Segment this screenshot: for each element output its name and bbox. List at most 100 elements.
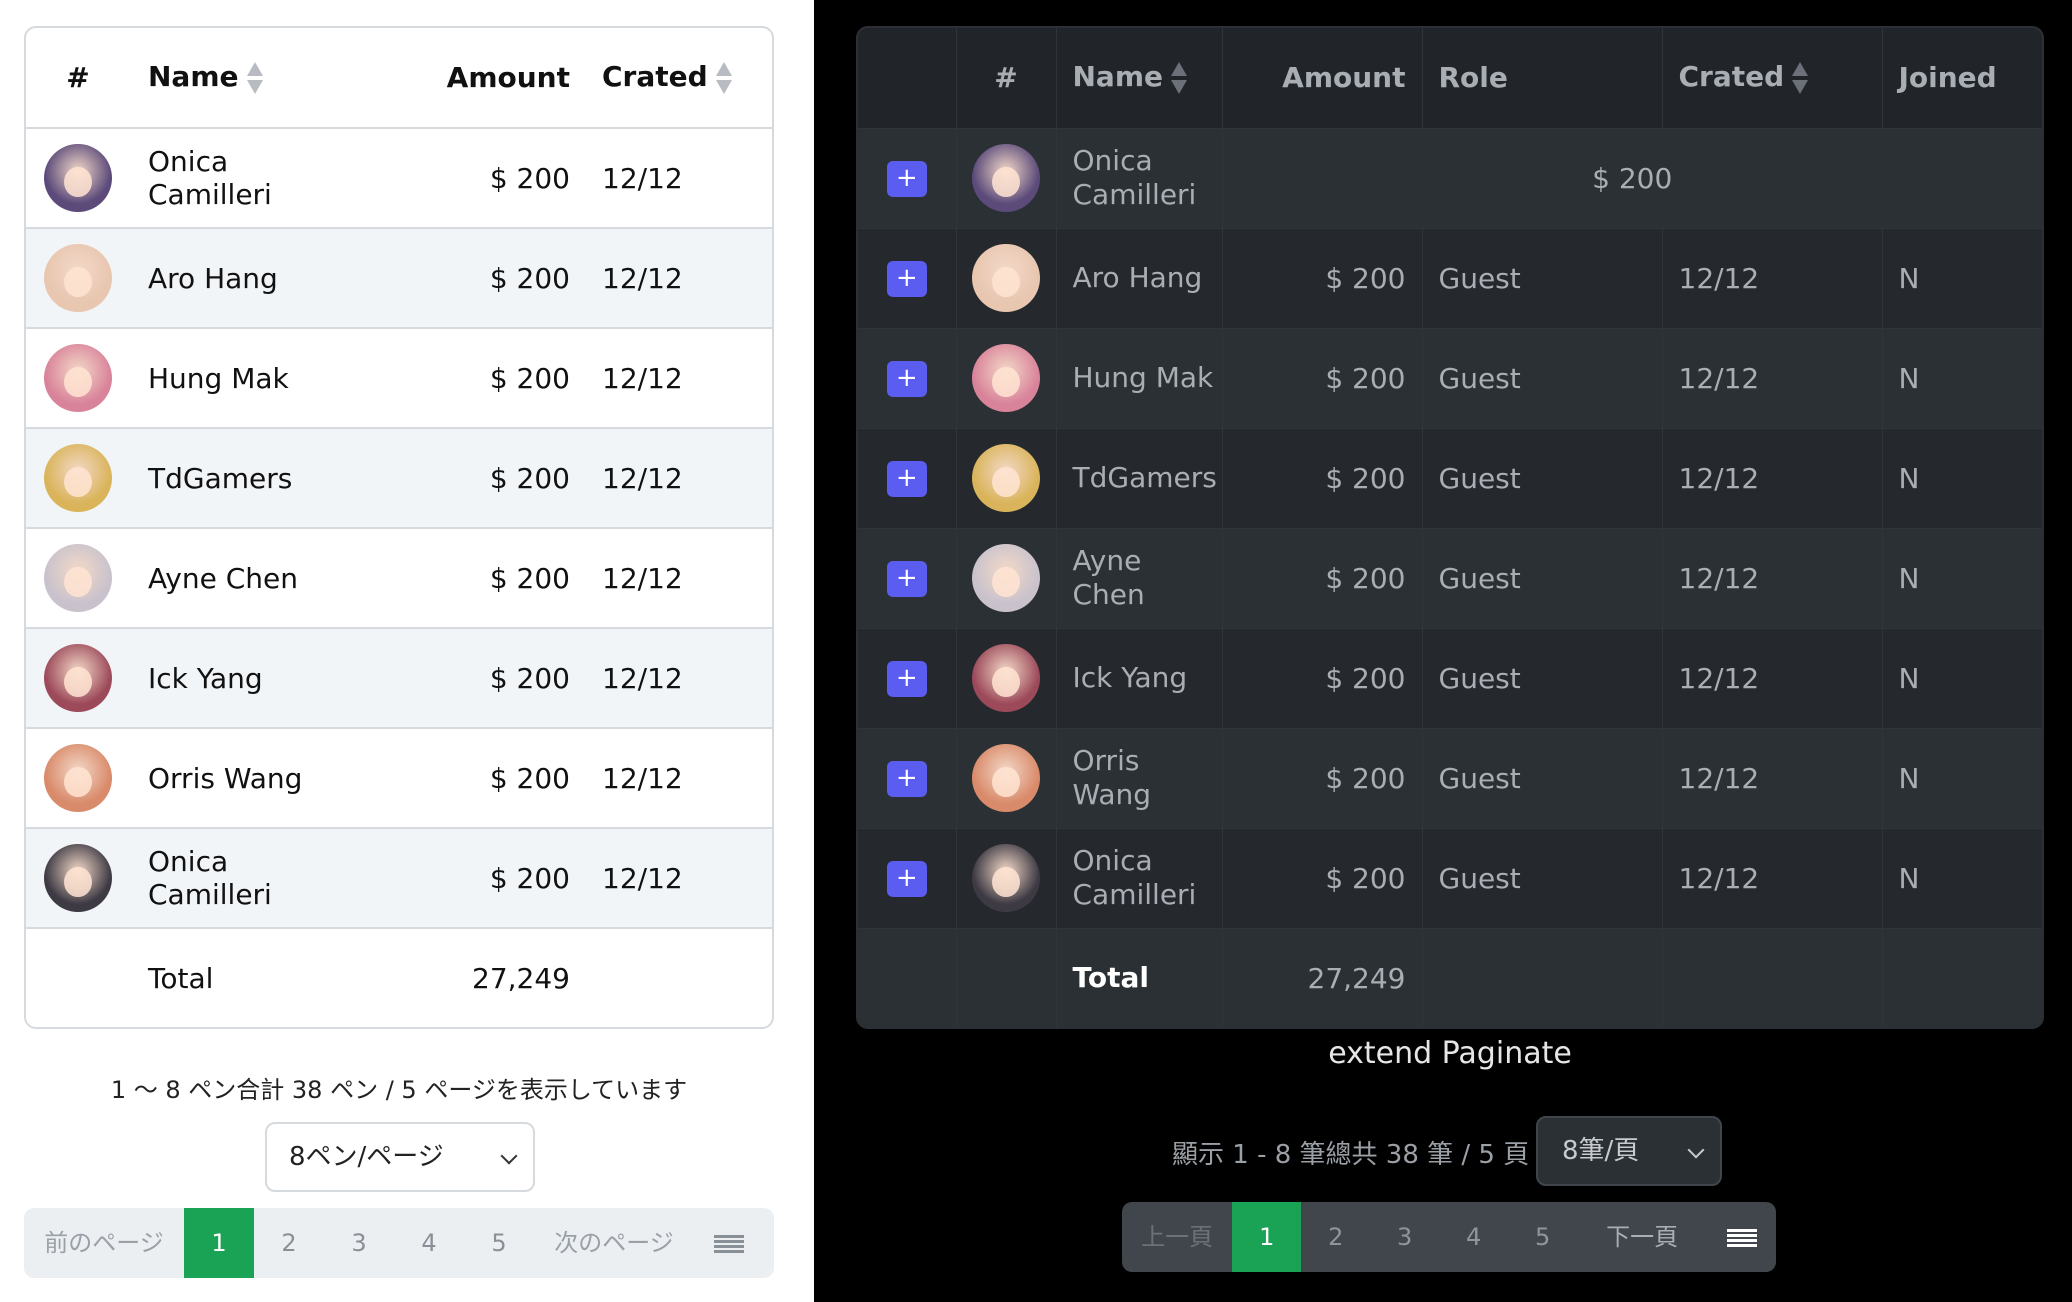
cell-joined: N xyxy=(1881,627,2042,728)
page-size-select[interactable]: 8筆/頁 xyxy=(1536,1116,1722,1186)
table-row: Ayne Chen $ 200 12/12 xyxy=(26,527,772,628)
avatar xyxy=(44,544,112,612)
table-row: Aro Hang $ 200 12/12 xyxy=(26,227,772,328)
page-menu-button[interactable] xyxy=(694,1208,764,1278)
chevron-down-icon xyxy=(1687,1141,1705,1159)
header-created[interactable]: Crated xyxy=(570,28,772,128)
sort-icon[interactable] xyxy=(1792,60,1809,96)
table-row: + Onica Camilleri $ 200 Guest 12/12 N xyxy=(858,827,2042,928)
avatar xyxy=(44,444,112,512)
expand-row-button[interactable]: + xyxy=(886,460,927,497)
table-row: + Ick Yang $ 200 Guest 12/12 N xyxy=(858,627,2042,728)
expand-row-button[interactable]: + xyxy=(886,260,927,297)
cell-joined: N xyxy=(1881,227,2042,328)
header-amount: Amount xyxy=(1221,28,1422,128)
cell-created: 12/12 xyxy=(570,827,772,928)
page-size-value: 8筆/頁 xyxy=(1562,1136,1640,1166)
header-amount: Amount xyxy=(446,61,570,94)
expand-row-button[interactable]: + xyxy=(886,860,927,897)
next-page-button[interactable]: 下一頁 xyxy=(1577,1202,1707,1272)
table-row: Ick Yang $ 200 12/12 xyxy=(26,627,772,728)
table-row: Hung Mak $ 200 12/12 xyxy=(26,327,772,428)
light-table-panel: # Name Amount Crated Onica Camilleri $ 20… xyxy=(0,0,814,1302)
table-row: + Hung Mak $ 200 Guest 12/12 N xyxy=(858,327,2042,428)
cell-created: 12/12 xyxy=(1661,627,1882,728)
light-data-table: # Name Amount Crated Onica Camilleri $ 20… xyxy=(26,28,772,1027)
header-name[interactable]: Name xyxy=(1055,28,1222,128)
page-button-4[interactable]: 4 xyxy=(1439,1202,1508,1272)
avatar xyxy=(972,144,1040,212)
expand-row-button[interactable]: + xyxy=(886,160,927,197)
pagination-info: 顯示 1 - 8 筆總共 38 筆 / 5 頁 xyxy=(1172,1140,1530,1170)
page-size-select[interactable]: 8ペン/ページ xyxy=(265,1122,535,1192)
table-row: + Ayne Chen $ 200 Guest 12/12 N xyxy=(858,527,2042,628)
page-button-5[interactable]: 5 xyxy=(464,1208,534,1278)
header-name[interactable]: Name xyxy=(130,28,320,128)
page-button-3[interactable]: 3 xyxy=(1370,1202,1439,1272)
table-row: + Onica Camilleri $ 200 xyxy=(858,127,2042,228)
table-footer-row: Total 27,249 xyxy=(858,927,2042,1027)
cell-role: Guest xyxy=(1421,227,1662,328)
cell-name: Orris Wang xyxy=(1055,727,1222,828)
cell-name: TdGamers xyxy=(130,427,320,528)
table-row: Onica Camilleri $ 200 12/12 xyxy=(26,127,772,228)
pagination-bar: 上一頁 1 2 3 4 5 下一頁 xyxy=(1122,1202,1776,1272)
page-button-1[interactable]: 1 xyxy=(1232,1202,1302,1272)
menu-icon xyxy=(714,1235,744,1253)
table-row: + TdGamers $ 200 Guest 12/12 N xyxy=(858,427,2042,528)
chevron-down-icon xyxy=(500,1147,518,1165)
expand-row-button[interactable]: + xyxy=(886,660,927,697)
cell-amount: $ 200 xyxy=(1221,627,1422,728)
pagination-info: 1 ～ 8 ペン合計 38 ペン / 5 ページを表示しています xyxy=(110,1076,688,1104)
sort-icon[interactable] xyxy=(1171,60,1187,96)
cell-name: Ick Yang xyxy=(1055,627,1222,728)
prev-page-button[interactable]: 上一頁 xyxy=(1122,1202,1232,1272)
page-menu-button[interactable] xyxy=(1707,1202,1776,1272)
page-button-1[interactable]: 1 xyxy=(184,1208,254,1278)
table-row: + Aro Hang $ 200 Guest 12/12 N xyxy=(858,227,2042,328)
cell-name: Ick Yang xyxy=(130,627,320,728)
cell-name: Onica Camilleri xyxy=(1055,127,1222,228)
cell-created: 12/12 xyxy=(570,627,772,728)
avatar xyxy=(972,344,1040,412)
header-name-label: Name xyxy=(148,59,239,93)
avatar xyxy=(972,844,1040,912)
sort-icon[interactable] xyxy=(246,60,263,96)
expand-row-button[interactable]: + xyxy=(886,360,927,397)
prev-page-button[interactable]: 前のページ xyxy=(24,1208,184,1278)
cell-amount: $ 200 xyxy=(1221,727,1422,828)
cell-amount: $ 200 xyxy=(1221,427,1422,528)
header-index: # xyxy=(955,28,1056,128)
avatar xyxy=(972,544,1040,612)
cell-created: 12/12 xyxy=(1661,727,1882,828)
cell-amount: $ 200 xyxy=(320,827,570,928)
cell-name: Onica Camilleri xyxy=(1055,827,1222,928)
cell-created: 12/12 xyxy=(1661,227,1882,328)
cell-amount: $ 200 xyxy=(320,727,570,828)
header-created[interactable]: Crated xyxy=(1661,28,1882,128)
avatar xyxy=(44,144,112,212)
cell-created: 12/12 xyxy=(570,527,772,628)
table-row: + Orris Wang $ 200 Guest 12/12 N xyxy=(858,727,2042,828)
next-page-button[interactable]: 次のページ xyxy=(534,1208,694,1278)
footer-total-value: 27,249 xyxy=(320,927,570,1027)
page-button-3[interactable]: 3 xyxy=(324,1208,394,1278)
sort-icon[interactable] xyxy=(715,60,732,96)
page-button-5[interactable]: 5 xyxy=(1508,1202,1577,1272)
expand-row-button[interactable]: + xyxy=(886,560,927,597)
cell-name: Aro Hang xyxy=(130,227,320,328)
footer-total-label: Total xyxy=(130,927,320,1027)
page-button-2[interactable]: 2 xyxy=(254,1208,324,1278)
expand-row-button[interactable]: + xyxy=(886,760,927,797)
cell-created: 12/12 xyxy=(570,727,772,828)
avatar xyxy=(972,644,1040,712)
cell-joined: N xyxy=(1881,427,2042,528)
header-index: # xyxy=(66,61,90,94)
avatar xyxy=(972,744,1040,812)
page-button-4[interactable]: 4 xyxy=(394,1208,464,1278)
cell-amount: $ 200 xyxy=(1221,227,1422,328)
cell-created: 12/12 xyxy=(1661,427,1882,528)
cell-amount: $ 200 xyxy=(320,627,570,728)
cell-amount: $ 200 xyxy=(1221,527,1422,628)
page-button-2[interactable]: 2 xyxy=(1301,1202,1370,1272)
